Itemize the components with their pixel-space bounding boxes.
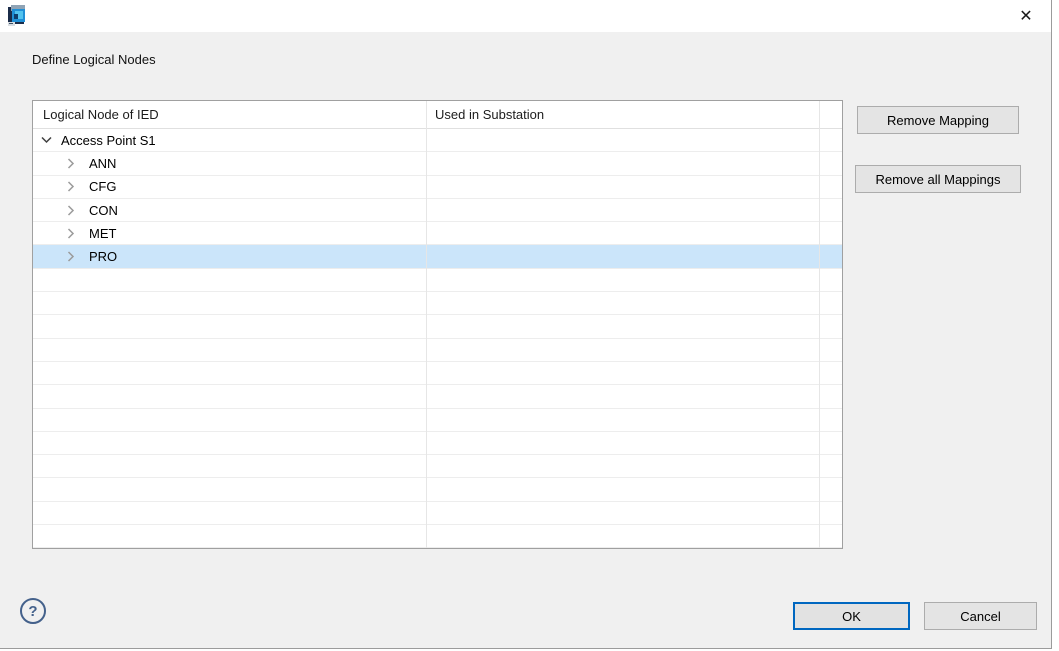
empty-row — [33, 362, 842, 385]
tree-row[interactable]: PRO — [33, 245, 842, 268]
empty-row — [33, 432, 842, 455]
logical-nodes-table: Logical Node of IED Used in Substation A… — [32, 100, 843, 549]
column-header-logical-node[interactable]: Logical Node of IED — [43, 107, 159, 122]
app-icon — [8, 5, 27, 26]
empty-row — [33, 478, 842, 501]
tree-row[interactable]: Access Point S1 — [33, 129, 842, 152]
table-rows: Access Point S1 ANN CFG CON MET PRO — [33, 129, 842, 548]
close-icon[interactable]: ✕ — [1011, 3, 1041, 29]
cancel-button[interactable]: Cancel — [924, 602, 1037, 630]
tree-row[interactable]: MET — [33, 222, 842, 245]
dialog-window: ✕ Define Logical Nodes Logical Node of I… — [0, 0, 1052, 649]
empty-row — [33, 455, 842, 478]
column-divider — [819, 101, 820, 548]
tree-row-label: MET — [89, 226, 116, 241]
empty-row — [33, 292, 842, 315]
empty-row — [33, 409, 842, 432]
tree-row-label: Access Point S1 — [61, 133, 156, 148]
chevron-right-icon[interactable] — [67, 158, 75, 169]
chevron-right-icon[interactable] — [67, 181, 75, 192]
tree-row[interactable]: CON — [33, 199, 842, 222]
empty-row — [33, 269, 842, 292]
tree-row-label: PRO — [89, 249, 117, 264]
remove-mapping-button[interactable]: Remove Mapping — [857, 106, 1019, 134]
chevron-right-icon[interactable] — [67, 251, 75, 262]
tree-row[interactable]: ANN — [33, 152, 842, 175]
tree-row[interactable]: CFG — [33, 176, 842, 199]
empty-row — [33, 502, 842, 525]
table-header-row: Logical Node of IED Used in Substation — [33, 101, 842, 129]
page-title: Define Logical Nodes — [32, 52, 156, 67]
chevron-down-icon[interactable] — [41, 136, 52, 144]
remove-all-mappings-button[interactable]: Remove all Mappings — [855, 165, 1021, 193]
empty-row — [33, 525, 842, 548]
chevron-right-icon[interactable] — [67, 205, 75, 216]
tree-row-label: CON — [89, 203, 118, 218]
tree-row-label: CFG — [89, 179, 116, 194]
tree-row-label: ANN — [89, 156, 116, 171]
empty-row — [33, 315, 842, 338]
chevron-right-icon[interactable] — [67, 228, 75, 239]
ok-button[interactable]: OK — [793, 602, 910, 630]
empty-row — [33, 385, 842, 408]
help-icon[interactable]: ? — [20, 598, 46, 624]
empty-row — [33, 339, 842, 362]
title-bar[interactable]: ✕ — [0, 0, 1051, 32]
column-header-used-in-substation[interactable]: Used in Substation — [435, 107, 544, 122]
column-divider — [426, 101, 427, 548]
